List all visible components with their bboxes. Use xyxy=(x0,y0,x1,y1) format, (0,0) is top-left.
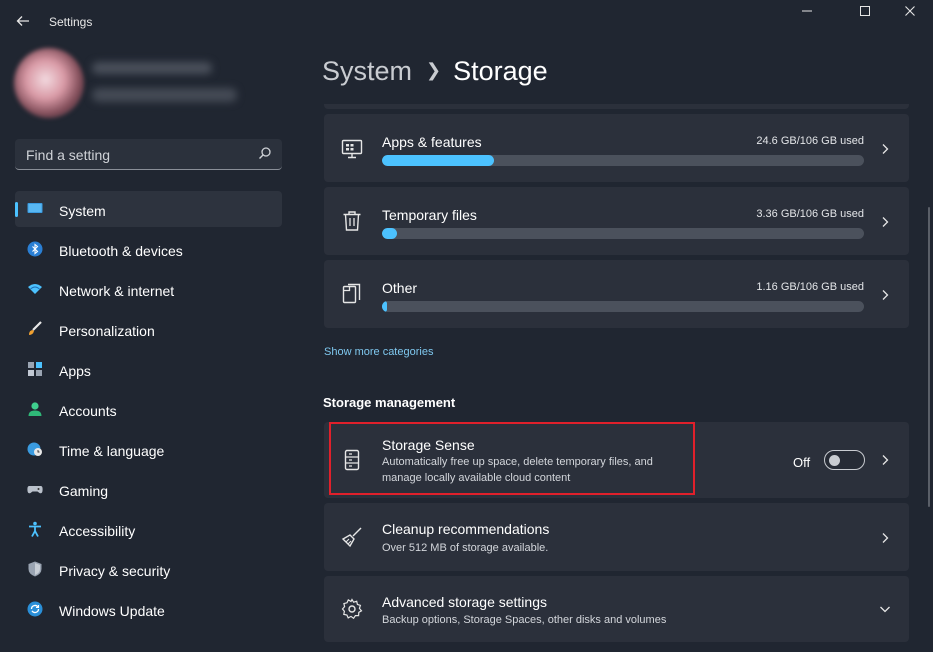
breadcrumb: System ❯ Storage xyxy=(322,56,548,90)
sidebar-item-system[interactable]: System xyxy=(15,191,282,227)
avatar[interactable] xyxy=(14,48,84,118)
usage-bar-fill xyxy=(382,155,494,166)
brush-icon xyxy=(29,321,42,335)
sidebar-item-accounts[interactable]: Accounts xyxy=(15,391,282,427)
scrollbar[interactable] xyxy=(928,207,930,507)
chevron-right-icon xyxy=(882,217,889,227)
search-placeholder: Find a setting xyxy=(26,147,111,163)
toggle-state-label: Off xyxy=(793,455,811,470)
search-input[interactable]: Find a setting xyxy=(15,139,282,170)
section-title: Storage management xyxy=(323,395,456,410)
usage-bar xyxy=(382,228,864,239)
sidebar-item-label: Accessibility xyxy=(59,523,136,539)
category-title: Apps & features xyxy=(382,134,482,150)
chevron-right-icon xyxy=(882,290,889,300)
sidebar-item-bluetooth[interactable]: Bluetooth & devices xyxy=(15,231,282,267)
sidebar-item-label: Accounts xyxy=(59,403,117,419)
profile-name-blurred xyxy=(92,62,212,74)
trash-icon xyxy=(343,211,361,231)
advanced-storage-description: Backup options, Storage Spaces, other di… xyxy=(382,614,667,626)
sidebar-nav: System Bluetooth & devices Network & int… xyxy=(15,191,282,631)
usage-bar xyxy=(382,155,864,166)
category-card-apps-features[interactable]: Apps & features 24.6 GB/106 GB used xyxy=(324,114,909,182)
sidebar-item-label: Personalization xyxy=(59,323,155,339)
sidebar-item-label: Apps xyxy=(59,363,91,379)
category-title: Other xyxy=(382,280,418,296)
back-arrow-icon[interactable] xyxy=(12,10,34,32)
category-card-other[interactable]: Other 1.16 GB/106 GB used xyxy=(324,260,909,328)
sidebar-item-label: System xyxy=(59,203,106,219)
close-button[interactable] xyxy=(895,4,925,24)
chevron-right-icon xyxy=(882,533,889,543)
usage-bar xyxy=(382,301,864,312)
accessibility-icon xyxy=(29,521,41,537)
page-title: Storage xyxy=(453,56,548,86)
search-icon[interactable] xyxy=(258,146,272,160)
sidebar-item-label: Windows Update xyxy=(59,603,165,619)
documents-icon xyxy=(342,283,361,304)
shield-icon xyxy=(28,561,42,577)
sidebar-item-label: Gaming xyxy=(59,483,109,499)
category-usage: 24.6 GB/106 GB used xyxy=(756,135,864,147)
category-title: Temporary files xyxy=(382,207,477,223)
title-bar: Settings xyxy=(0,0,933,44)
show-more-categories-link[interactable]: Show more categories xyxy=(324,346,433,358)
monitor-icon xyxy=(27,203,43,213)
cleanup-recommendations-card[interactable]: Cleanup recommendations Over 512 MB of s… xyxy=(324,503,909,571)
gamepad-icon xyxy=(27,486,43,494)
previous-card-edge xyxy=(324,104,909,109)
chevron-right-icon xyxy=(882,455,889,465)
bluetooth-icon xyxy=(27,241,43,257)
toggle-knob xyxy=(829,455,840,466)
cleanup-description: Over 512 MB of storage available. xyxy=(382,542,549,554)
sidebar-item-label: Network & internet xyxy=(59,283,175,299)
chevron-down-icon xyxy=(880,606,890,613)
cleanup-title: Cleanup recommendations xyxy=(382,521,550,537)
profile-email-blurred xyxy=(92,88,237,102)
chevron-right-icon: ❯ xyxy=(426,60,442,80)
sidebar-item-privacy-security[interactable]: Privacy & security xyxy=(15,551,282,587)
sidebar-item-apps[interactable]: Apps xyxy=(15,351,282,387)
sidebar-item-label: Bluetooth & devices xyxy=(59,243,183,259)
gear-icon xyxy=(341,598,363,620)
sidebar-item-network[interactable]: Network & internet xyxy=(15,271,282,307)
category-usage: 3.36 GB/106 GB used xyxy=(756,208,864,220)
apps-features-icon xyxy=(341,139,363,159)
breadcrumb-parent[interactable]: System xyxy=(322,56,412,86)
category-usage: 1.16 GB/106 GB used xyxy=(756,281,864,293)
sidebar-item-label: Privacy & security xyxy=(59,563,171,579)
sidebar-item-personalization[interactable]: Personalization xyxy=(15,311,282,347)
sidebar-item-gaming[interactable]: Gaming xyxy=(15,471,282,507)
sidebar-item-time-language[interactable]: Time & language xyxy=(15,431,282,467)
chevron-right-icon xyxy=(882,144,889,154)
usage-bar-fill xyxy=(382,228,398,239)
active-indicator xyxy=(15,202,18,217)
storage-sense-toggle[interactable] xyxy=(824,450,865,470)
app-title: Settings xyxy=(49,15,93,29)
wifi-icon xyxy=(28,284,42,294)
sidebar-item-label: Time & language xyxy=(59,443,165,459)
category-card-temporary-files[interactable]: Temporary files 3.36 GB/106 GB used xyxy=(324,187,909,255)
person-icon xyxy=(28,402,42,416)
usage-bar-fill xyxy=(382,301,388,312)
globe-clock-icon xyxy=(27,442,42,456)
refresh-icon xyxy=(27,601,43,617)
advanced-storage-settings-card[interactable]: Advanced storage settings Backup options… xyxy=(324,576,909,642)
advanced-storage-title: Advanced storage settings xyxy=(382,594,547,610)
broom-icon xyxy=(341,527,362,548)
sidebar-item-accessibility[interactable]: Accessibility xyxy=(15,511,282,547)
minimize-button[interactable] xyxy=(792,4,822,24)
maximize-button[interactable] xyxy=(850,4,880,24)
sidebar-item-windows-update[interactable]: Windows Update xyxy=(15,591,282,627)
apps-icon xyxy=(28,362,42,376)
highlight-box xyxy=(329,422,695,495)
